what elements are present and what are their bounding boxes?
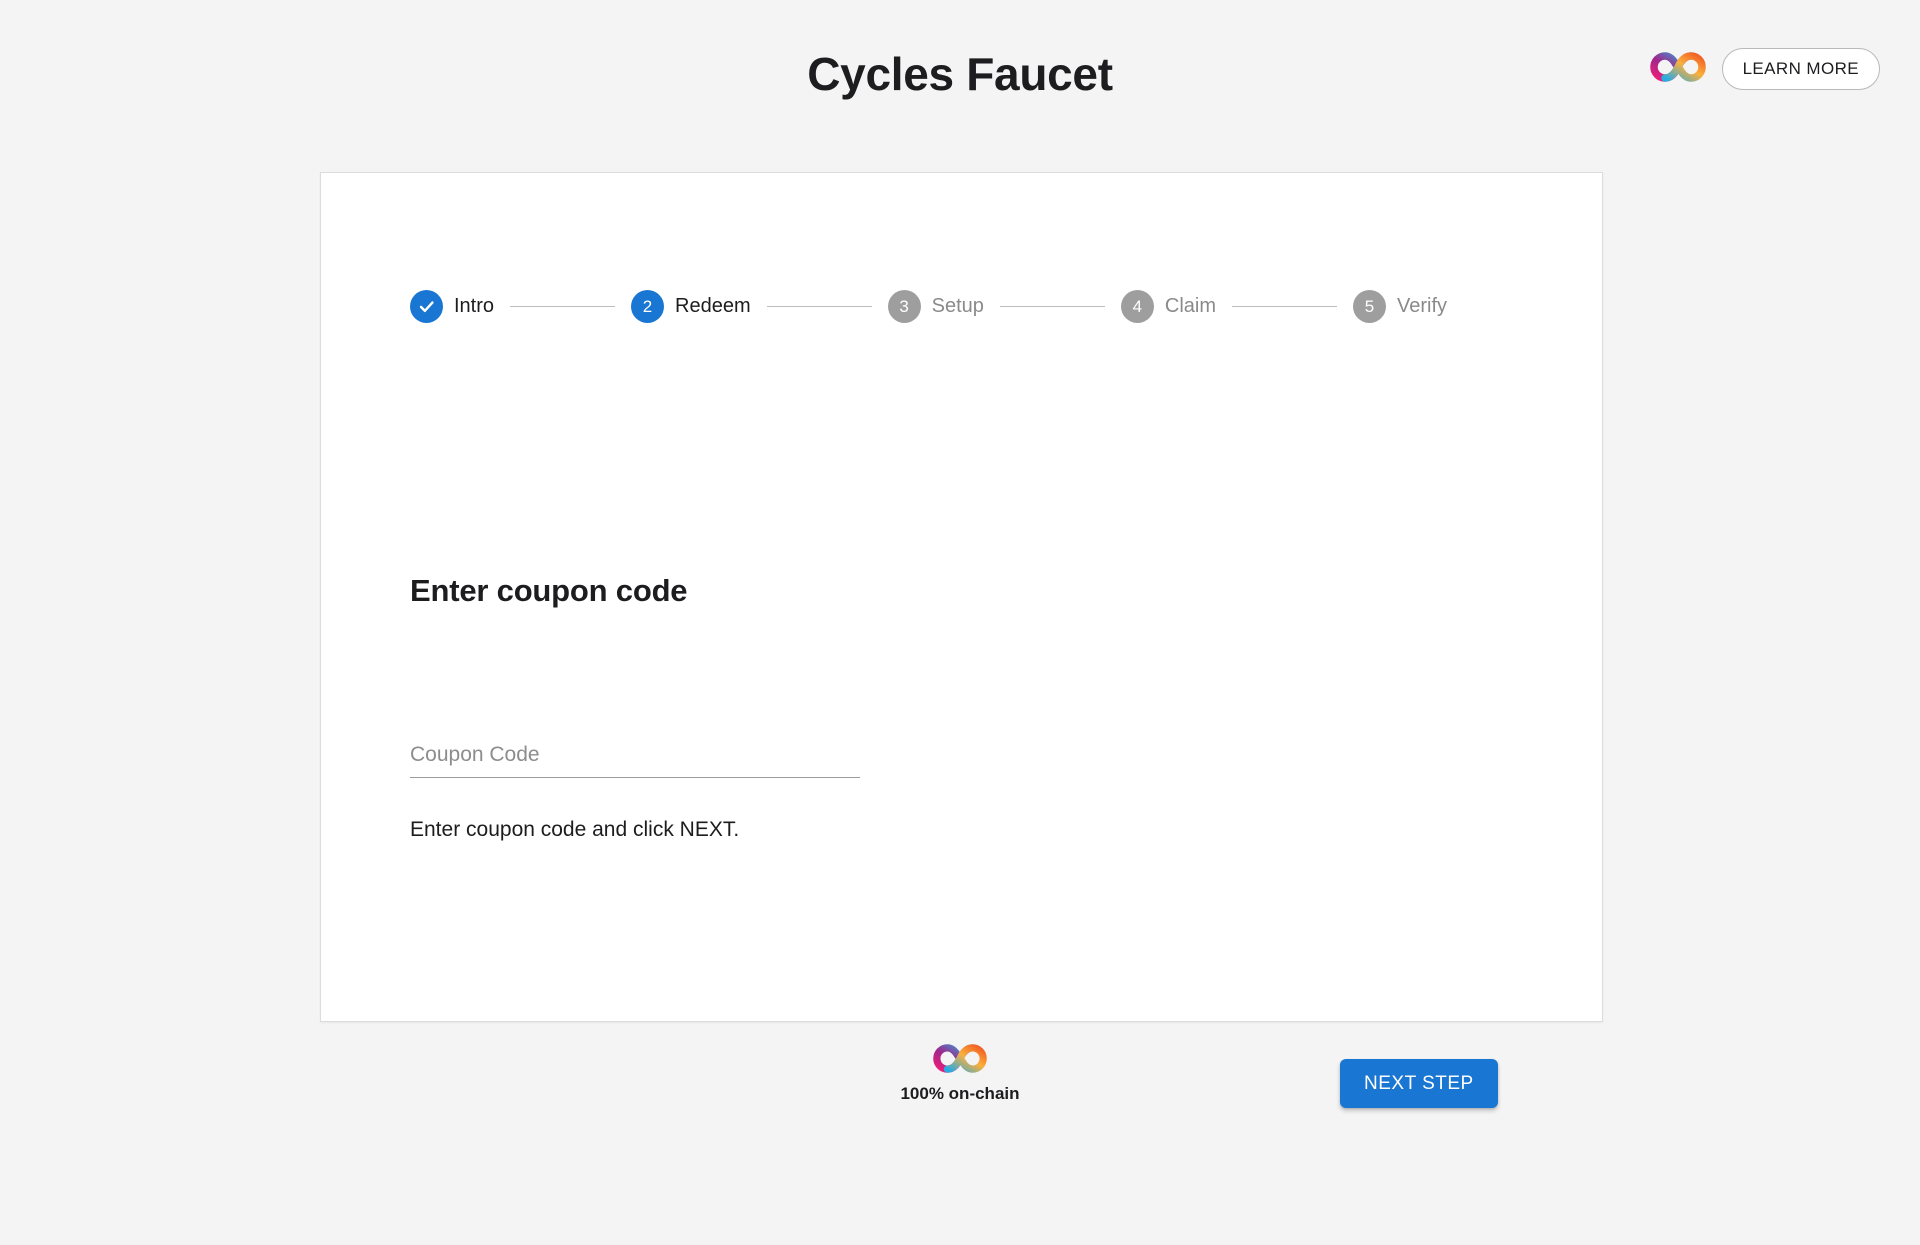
learn-more-button[interactable]: LEARN MORE: [1721, 48, 1880, 90]
step-badge-intro: [410, 290, 443, 323]
step-badge-redeem: 2: [631, 290, 665, 323]
stepper-step-intro[interactable]: Intro: [410, 290, 494, 323]
infinity-logo-icon: [933, 1044, 987, 1078]
coupon-field-wrapper: [410, 738, 860, 778]
page-footer: 100% on-chain: [0, 1044, 1920, 1104]
stepper-connector-4: [1232, 306, 1338, 307]
stepper-step-setup[interactable]: 3 Setup: [887, 290, 984, 323]
stepper-step-claim[interactable]: 4 Claim: [1120, 290, 1217, 323]
stepper: Intro 2 Redeem 3 Setup 4 Claim 5 Verify: [410, 290, 1447, 323]
page-header: Cycles Faucet LEARN MORE: [0, 0, 1920, 132]
coupon-code-input[interactable]: [410, 738, 860, 778]
footer-caption: 100% on-chain: [900, 1084, 1020, 1103]
page-title: Cycles Faucet: [807, 48, 1113, 100]
stepper-step-verify[interactable]: 5 Verify: [1353, 290, 1447, 323]
check-icon: [419, 301, 434, 313]
stepper-connector-1: [510, 306, 616, 307]
section-heading: Enter coupon code: [410, 573, 688, 608]
stepper-connector-2: [766, 306, 872, 307]
stepper-connector-3: [999, 306, 1105, 307]
stepper-step-redeem[interactable]: 2 Redeem: [631, 290, 751, 323]
step-badge-claim: 4: [1120, 290, 1154, 323]
stepper-label-setup: Setup: [931, 295, 984, 317]
step-badge-verify: 5: [1353, 290, 1387, 323]
infinity-logo-icon: [1649, 51, 1706, 87]
header-actions: LEARN MORE: [1649, 48, 1880, 90]
page-root: Cycles Faucet LEARN MORE Intro 2 Redeem …: [0, 0, 1920, 1245]
coupon-help-text: Enter coupon code and click NEXT.: [410, 818, 740, 841]
stepper-label-claim: Claim: [1164, 295, 1217, 317]
stepper-label-verify: Verify: [1397, 295, 1448, 317]
step-badge-setup: 3: [887, 290, 921, 323]
stepper-label-intro: Intro: [454, 295, 495, 317]
faucet-card: Intro 2 Redeem 3 Setup 4 Claim 5 Verify …: [320, 172, 1603, 1108]
stepper-label-redeem: Redeem: [675, 295, 751, 317]
